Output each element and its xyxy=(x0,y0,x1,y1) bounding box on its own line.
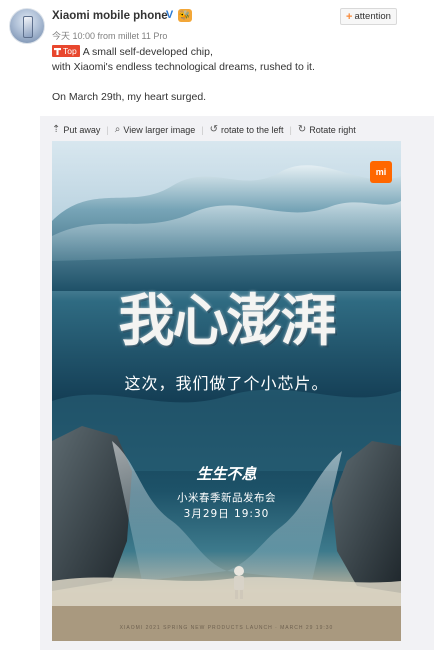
post-text-line: A small self-developed chip, xyxy=(82,46,213,58)
upload-icon: ⇡ xyxy=(52,124,61,135)
user-name[interactable]: Xiaomi mobile phone xyxy=(52,10,168,22)
rotate-left-button[interactable]: ↺ rotate to the left xyxy=(209,124,284,136)
view-larger-label: View larger image xyxy=(123,125,196,135)
view-larger-button[interactable]: ⌕ View larger image xyxy=(114,124,196,136)
rotate-right-button[interactable]: ↻ Rotate right xyxy=(297,124,356,136)
post-header: Xiaomi mobile phone V 🐝 今天 10:00 from mi… xyxy=(0,0,434,120)
sand xyxy=(52,606,401,641)
rotate-right-label: Rotate right xyxy=(309,125,356,135)
rotate-left-icon: ↺ xyxy=(209,124,218,135)
follow-button[interactable]: + attention xyxy=(340,8,397,25)
top-tag-label: Top xyxy=(63,46,77,56)
phone-icon xyxy=(23,16,33,38)
post-line-1: Top A small self-developed chip, xyxy=(52,45,412,60)
top-tag: Top xyxy=(52,45,80,57)
shoreline xyxy=(52,577,401,611)
plus-icon: + xyxy=(346,10,353,23)
event-logo: 生生不息 xyxy=(196,465,257,483)
event-date: 3月29日 19:30 xyxy=(183,508,270,520)
post-line-3: On March 29th, my heart surged. xyxy=(52,91,207,103)
post-line-2: with Xiaomi's endless technological drea… xyxy=(52,61,315,73)
poster-headline: 我心澎湃 xyxy=(118,288,337,354)
poster-subline: 这次，我们做了个小芯片。 xyxy=(124,374,329,393)
toolbar-separator: | xyxy=(201,125,204,135)
post-meta: 今天 10:00 from millet 11 Pro xyxy=(52,31,168,41)
pin-icon xyxy=(54,48,61,55)
follow-label: attention xyxy=(354,11,391,22)
put-away-button[interactable]: ⇡ Put away xyxy=(52,124,101,136)
fans-badge-icon[interactable]: 🐝 xyxy=(178,9,192,22)
toolbar-separator: | xyxy=(106,125,109,135)
post-text: Top A small self-developed chip, with Xia… xyxy=(52,45,412,105)
avatar[interactable] xyxy=(9,8,45,44)
poster-image[interactable]: mi 我心澎湃 这次，我们做了个小芯片。 生生不息 小米春季新品发布会 3月29… xyxy=(52,141,401,641)
rotate-left-label: rotate to the left xyxy=(220,125,284,135)
media-toolbar: ⇡ Put away | ⌕ View larger image | ↺ rotate… xyxy=(52,123,356,137)
rotate-right-icon: ↻ xyxy=(297,124,307,135)
toolbar-separator: | xyxy=(289,125,292,135)
mi-logo: mi xyxy=(370,161,392,183)
magnifier-icon: ⌕ xyxy=(114,124,121,135)
media-panel: ⇡ Put away | ⌕ View larger image | ↺ rotate… xyxy=(40,116,434,650)
verified-icon: V xyxy=(165,9,174,21)
put-away-label: Put away xyxy=(63,125,101,135)
event-name: 小米春季新品发布会 xyxy=(177,492,276,504)
poster-fine-print: XIAOMI 2021 SPRING NEW PRODUCTS LAUNCH ·… xyxy=(119,625,334,631)
